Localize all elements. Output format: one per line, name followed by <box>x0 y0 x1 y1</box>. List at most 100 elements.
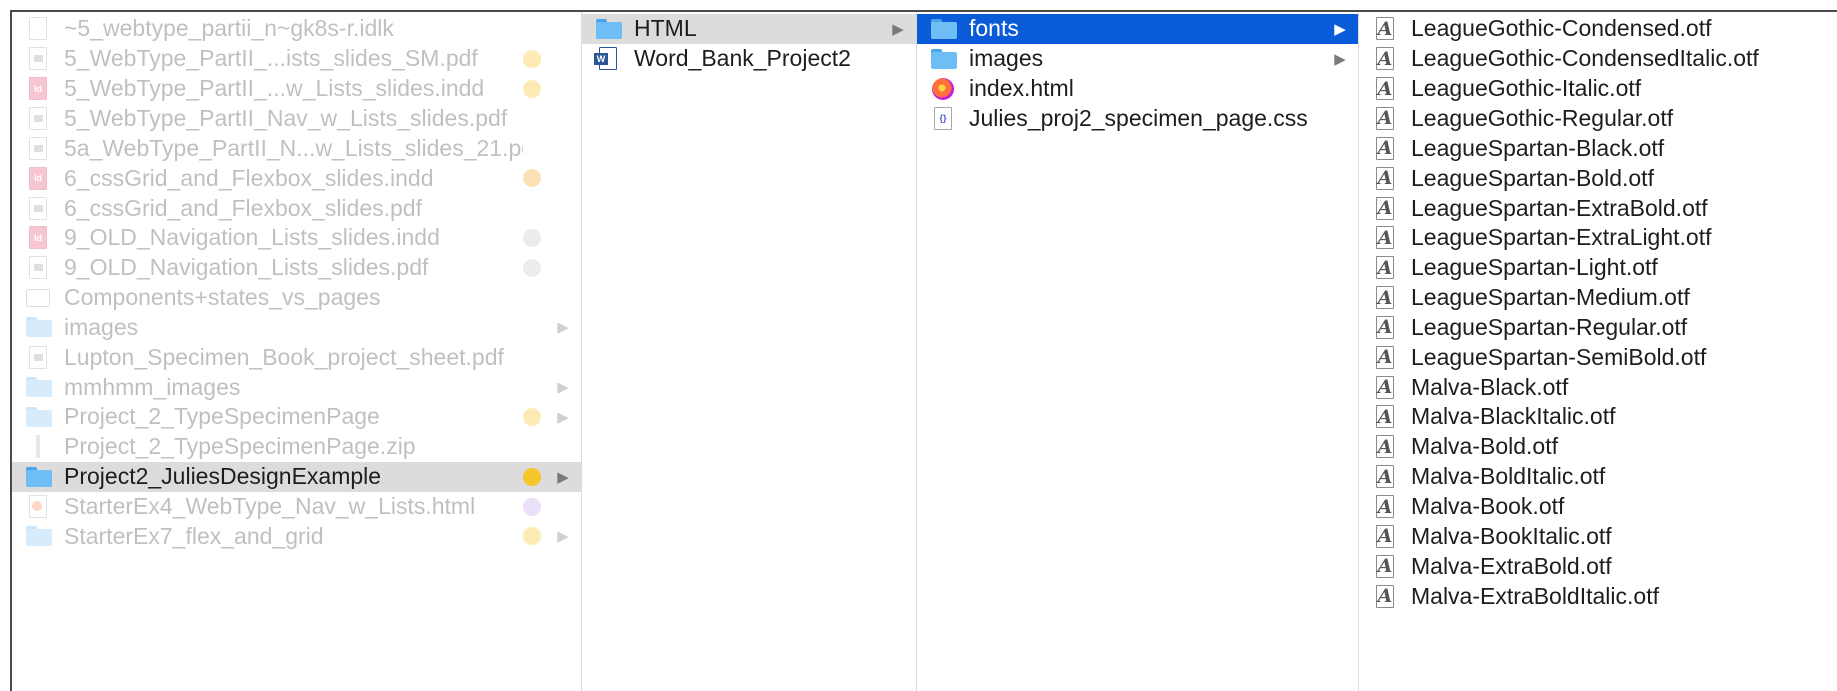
font-file-icon: A <box>1376 554 1394 578</box>
font-file-row[interactable]: A LeagueSpartan-SemiBold.otf <box>1359 342 1837 372</box>
file-row[interactable]: Id9_OLD_Navigation_Lists_slides.indd▶ <box>12 223 581 253</box>
font-file-row[interactable]: A Malva-BlackItalic.otf <box>1359 402 1837 432</box>
font-file-row[interactable]: A Malva-BoldItalic.otf <box>1359 462 1837 492</box>
font-file-row[interactable]: A LeagueSpartan-ExtraLight.otf <box>1359 223 1837 253</box>
pdf-icon <box>26 105 50 131</box>
disclosure-arrow-icon: ▶ <box>892 20 904 38</box>
font-file-icon: A <box>1376 226 1394 250</box>
font-file-row[interactable]: A LeagueSpartan-Light.otf <box>1359 253 1837 283</box>
word-icon <box>594 46 620 72</box>
file-name: Malva-ExtraBoldItalic.otf <box>1411 582 1659 609</box>
font-file-row[interactable]: A LeagueGothic-Condensed.otf <box>1359 14 1837 44</box>
file-name: Word_Bank_Project2 <box>634 45 851 72</box>
file-name: LeagueSpartan-Medium.otf <box>1411 284 1690 311</box>
color-tag-dot <box>523 467 541 486</box>
file-name: mmhmm_images <box>64 373 241 400</box>
zip-icon <box>26 434 50 460</box>
font-file-row[interactable]: A LeagueSpartan-ExtraBold.otf <box>1359 193 1837 223</box>
file-row[interactable]: StarterEx4_WebType_Nav_w_Lists.html▶ <box>12 492 581 522</box>
file-row[interactable]: images ▶ <box>12 313 581 343</box>
file-row[interactable]: {}Julies_proj2_specimen_page.css▶ <box>917 104 1358 134</box>
file-row[interactable]: mmhmm_images ▶ <box>12 372 581 402</box>
file-name: images <box>64 313 139 340</box>
file-name: Malva-ExtraBold.otf <box>1411 552 1612 579</box>
column-2[interactable]: HTML ▶ Word_Bank_Project2▶ <box>582 12 917 691</box>
font-file-icon: A <box>1376 166 1394 190</box>
file-row[interactable]: HTML ▶ <box>582 14 916 44</box>
pdf-icon <box>26 344 50 370</box>
file-row[interactable]: StarterEx7_flex_and_grid ▶ <box>12 521 581 551</box>
disclosure-arrow-icon: ▶ <box>557 528 569 546</box>
font-file-icon: A <box>1376 375 1394 399</box>
folder-icon <box>931 46 957 72</box>
color-tag-dot <box>523 228 541 247</box>
color-tag-dot <box>523 139 541 157</box>
font-file-row[interactable]: A LeagueGothic-Regular.otf <box>1359 104 1837 134</box>
color-tag-dot <box>523 169 541 188</box>
file-row[interactable]: Project_2_TypeSpecimenPage ▶ <box>12 402 581 432</box>
folder-icon <box>26 314 52 340</box>
file-row[interactable]: ~5_webtype_partii_n~gk8s-r.idlk▶ <box>12 14 581 44</box>
file-row[interactable]: Word_Bank_Project2▶ <box>582 44 916 74</box>
pdf-icon <box>26 255 50 281</box>
file-name: LeagueSpartan-ExtraLight.otf <box>1411 224 1712 251</box>
file-name: index.html <box>969 75 1074 102</box>
column-3[interactable]: fonts ▶ images ▶ index.html▶{} Julies_proj2_s… <box>917 12 1359 691</box>
font-file-row[interactable]: A LeagueSpartan-Bold.otf <box>1359 163 1837 193</box>
file-row[interactable]: 5_WebType_PartII_Nav_w_Lists_slides.pdf▶ <box>12 104 581 134</box>
file-row[interactable]: Id6_cssGrid_and_Flexbox_slides.indd▶ <box>12 163 581 193</box>
file-name: Lupton_Specimen_Book_project_sheet.pdf <box>64 343 504 370</box>
file-name: 9_OLD_Navigation_Lists_slides.indd <box>64 224 440 251</box>
font-file-row[interactable]: A Malva-Bold.otf <box>1359 432 1837 462</box>
file-row[interactable]: 9_OLD_Navigation_Lists_slides.pdf▶ <box>12 253 581 283</box>
color-tag-dot <box>523 318 541 336</box>
file-name: Project_2_TypeSpecimenPage <box>64 403 380 430</box>
font-file-icon: A <box>1376 495 1394 519</box>
indesign-icon: Id <box>26 76 50 102</box>
file-name: LeagueGothic-Condensed.otf <box>1411 15 1712 42</box>
file-name: LeagueGothic-Italic.otf <box>1411 75 1642 102</box>
color-tag-dot <box>523 199 541 217</box>
disclosure-arrow-icon: ▶ <box>1334 50 1346 68</box>
font-file-row[interactable]: A Malva-Book.otf <box>1359 492 1837 522</box>
file-row[interactable]: Project_2_TypeSpecimenPage.zip▶ <box>12 432 581 462</box>
font-file-icon: A <box>1376 465 1394 489</box>
file-name: LeagueSpartan-Black.otf <box>1411 134 1665 161</box>
file-row[interactable]: Project2_JuliesDesignExample ▶ <box>12 461 581 492</box>
font-file-row[interactable]: A LeagueSpartan-Regular.otf <box>1359 313 1837 343</box>
font-file-row[interactable]: A Malva-ExtraBoldItalic.otf <box>1359 581 1837 611</box>
column-1[interactable]: ~5_webtype_partii_n~gk8s-r.idlk▶5_WebTyp… <box>12 12 582 691</box>
font-file-row[interactable]: A LeagueGothic-Italic.otf <box>1359 74 1837 104</box>
file-row[interactable]: index.html▶ <box>917 74 1358 104</box>
file-row[interactable]: 5a_WebType_PartII_N...w_Lists_slides_21.… <box>12 133 581 163</box>
font-file-icon: A <box>1376 584 1394 608</box>
file-row[interactable]: 5_WebType_PartII_...ists_slides_SM.pdf▶ <box>12 44 581 74</box>
file-row[interactable]: Components+states_vs_pages▶ <box>12 283 581 313</box>
file-name: LeagueGothic-CondensedItalic.otf <box>1411 45 1759 72</box>
color-tag-dot <box>523 20 541 38</box>
font-file-row[interactable]: A Malva-ExtraBold.otf <box>1359 551 1837 581</box>
file-name: StarterEx7_flex_and_grid <box>64 522 324 549</box>
indesign-icon: Id <box>26 225 50 251</box>
font-file-row[interactable]: A LeagueGothic-CondensedItalic.otf <box>1359 44 1837 74</box>
file-name: 5_WebType_PartII_Nav_w_Lists_slides.pdf <box>64 104 508 131</box>
file-name: images <box>969 45 1044 72</box>
file-row[interactable]: images ▶ <box>917 44 1358 74</box>
file-row[interactable]: Lupton_Specimen_Book_project_sheet.pdf▶ <box>12 342 581 372</box>
css-icon: {} <box>931 105 955 131</box>
color-tag-dot <box>523 258 541 277</box>
pdf-icon <box>26 46 50 72</box>
font-file-row[interactable]: A Malva-Black.otf <box>1359 372 1837 402</box>
font-file-row[interactable]: A LeagueSpartan-Black.otf <box>1359 133 1837 163</box>
file-name: fonts <box>969 15 1019 42</box>
document-icon <box>26 16 50 42</box>
column-4[interactable]: A LeagueGothic-Condensed.otf A LeagueGothic… <box>1359 12 1837 691</box>
font-file-icon: A <box>1376 77 1394 101</box>
font-file-row[interactable]: A LeagueSpartan-Medium.otf <box>1359 283 1837 313</box>
file-name: 5_WebType_PartII_...ists_slides_SM.pdf <box>64 45 478 72</box>
font-file-row[interactable]: A Malva-BookItalic.otf <box>1359 521 1837 551</box>
color-tag-dot <box>523 79 541 98</box>
file-row[interactable]: Id 5_WebType_PartII_...w_Lists_slides.ind… <box>12 74 581 104</box>
file-row[interactable]: 6_cssGrid_and_Flexbox_slides.pdf▶ <box>12 193 581 223</box>
file-row[interactable]: fonts ▶ <box>917 14 1358 44</box>
